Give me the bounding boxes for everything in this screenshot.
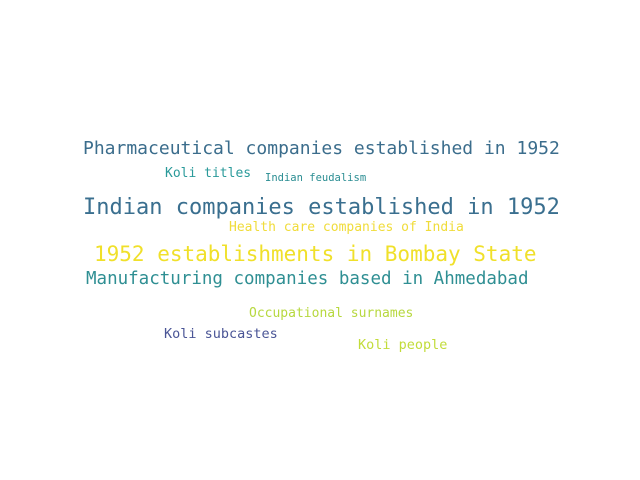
word-occupational-surnames: Occupational surnames [249, 306, 414, 321]
word-health-care-companies: Health care companies of India [229, 220, 464, 235]
word-manufacturing-companies: Manufacturing companies based in Ahmedab… [86, 269, 529, 289]
word-indian-companies: Indian companies established in 1952 [83, 195, 560, 220]
word-bombay-state-establishments: 1952 establishments in Bombay State [94, 242, 537, 266]
word-koli-titles: Koli titles [165, 166, 252, 181]
word-cloud: Pharmaceutical companies established in … [0, 0, 640, 480]
word-pharmaceutical-companies: Pharmaceutical companies established in … [83, 138, 560, 159]
word-koli-people: Koli people [358, 337, 448, 353]
word-indian-feudalism: Indian feudalism [265, 172, 367, 184]
word-koli-subcastes: Koli subcastes [164, 326, 278, 342]
